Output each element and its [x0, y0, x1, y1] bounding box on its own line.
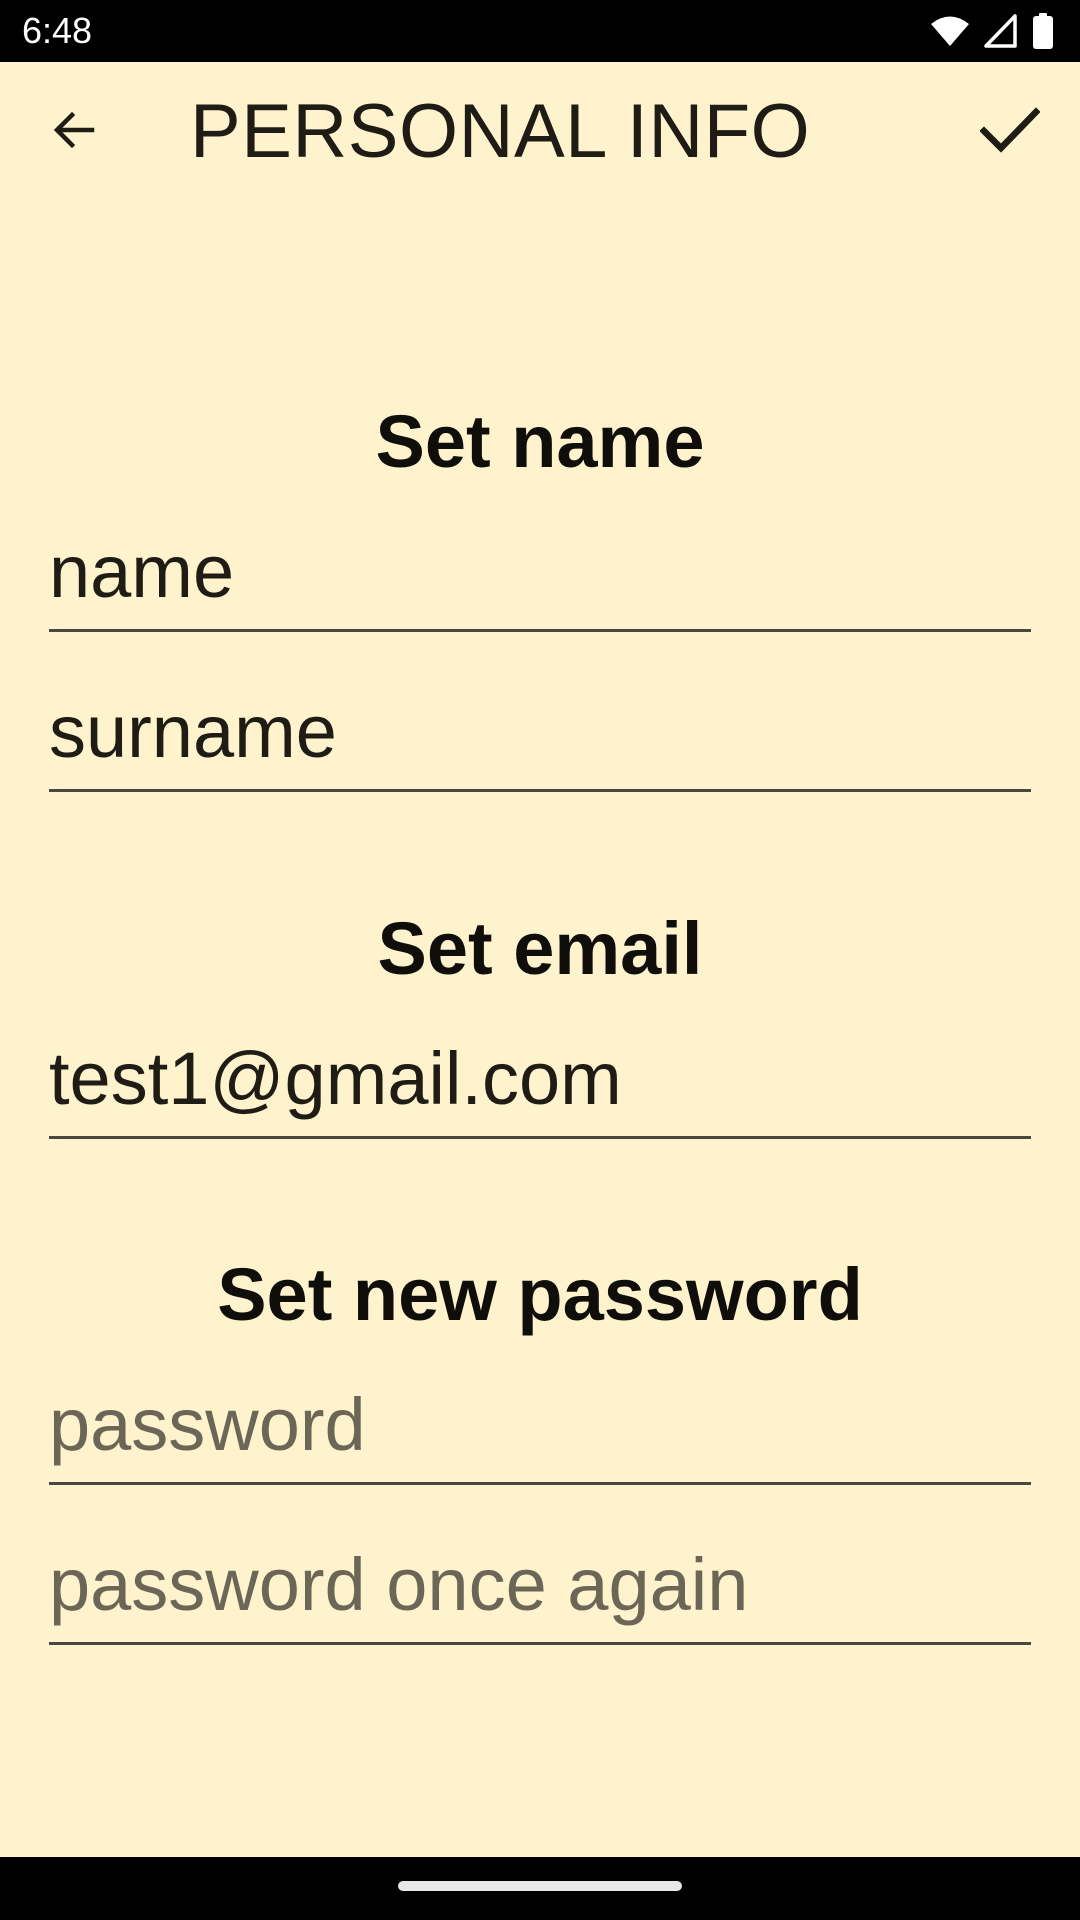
password-input[interactable]: [49, 1382, 1031, 1468]
password-confirm-input[interactable]: [49, 1542, 1031, 1628]
email-input[interactable]: [49, 1036, 1031, 1122]
name-field: [49, 522, 1031, 632]
password-confirm-field: [49, 1535, 1031, 1645]
app-bar: PERSONAL INFO: [0, 62, 1080, 198]
page-title: PERSONAL INFO: [190, 89, 811, 174]
status-time: 6:48: [22, 10, 93, 51]
set-name-heading: Set name: [375, 400, 705, 483]
set-password-heading: Set new password: [217, 1253, 863, 1336]
set-email-heading: Set email: [377, 907, 703, 990]
save-button[interactable]: [968, 90, 1052, 174]
battery-icon: [1032, 13, 1054, 49]
back-button[interactable]: [34, 92, 114, 172]
surname-field: [49, 682, 1031, 792]
password-field: [49, 1375, 1031, 1485]
wifi-icon: [930, 15, 970, 47]
check-icon: [979, 106, 1041, 159]
surname-input[interactable]: [49, 689, 1031, 775]
navigation-bar: [0, 1857, 1080, 1920]
personal-info-screen: 6:48 PERSONAL INFO Set name name surname…: [0, 0, 1080, 1920]
status-bar: 6:48: [0, 0, 1080, 62]
arrow-back-icon: [50, 106, 98, 159]
cellular-signal-icon: [984, 14, 1018, 48]
status-icons: [930, 12, 1054, 50]
email-field: [49, 1029, 1031, 1139]
home-gesture-handle[interactable]: [398, 1881, 682, 1891]
name-input[interactable]: [49, 529, 1031, 615]
